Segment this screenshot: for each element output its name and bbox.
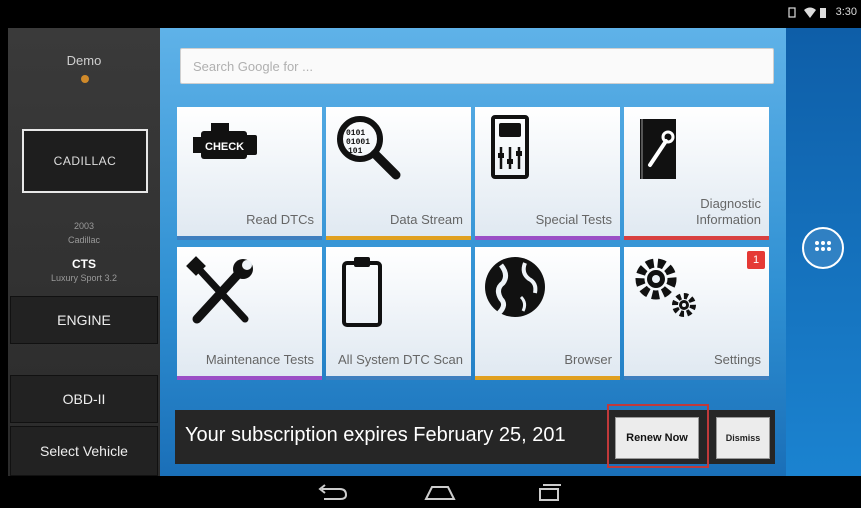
car-controls-icon xyxy=(481,113,541,188)
tile-accent xyxy=(475,376,620,380)
tile-label: Browser xyxy=(564,352,612,367)
sim-icon xyxy=(787,6,798,18)
svg-text:CHECK: CHECK xyxy=(205,141,244,153)
wrench-screwdriver-icon xyxy=(183,253,263,338)
tile-label: Data Stream xyxy=(390,212,463,227)
tile-all-system-dtc-scan[interactable]: All System DTC Scan xyxy=(326,247,471,380)
tile-browser[interactable]: Browser xyxy=(475,247,620,380)
tile-label: Special Tests xyxy=(535,212,612,227)
globe-icon xyxy=(481,253,551,328)
back-button[interactable] xyxy=(312,481,352,503)
renew-now-button[interactable]: Renew Now xyxy=(615,417,699,459)
wifi-icon xyxy=(803,7,816,18)
status-bar: 3:30 xyxy=(0,0,861,28)
obd-button[interactable]: OBD-II xyxy=(10,375,158,423)
tile-label: Maintenance Tests xyxy=(205,352,314,367)
apps-grid-icon xyxy=(814,239,832,257)
tile-label: Read DTCs xyxy=(246,212,314,227)
tile-accent xyxy=(475,236,620,240)
tile-data-stream[interactable]: 0101 01001 101 Data Stream xyxy=(326,107,471,240)
home-icon xyxy=(424,486,456,500)
tile-accent xyxy=(177,236,322,240)
engine-button[interactable]: ENGINE xyxy=(10,296,158,344)
gears-icon xyxy=(630,253,710,328)
tile-settings[interactable]: 1 Settings xyxy=(624,247,769,380)
subscription-banner: Your subscription expires February 25, 2… xyxy=(175,404,775,468)
tile-label: Diagnostic Information xyxy=(695,196,761,227)
subscription-message: Your subscription expires February 25, 2… xyxy=(185,424,566,446)
search-box[interactable] xyxy=(180,48,774,84)
select-vehicle-button[interactable]: Select Vehicle xyxy=(10,426,158,476)
manual-wrench-icon xyxy=(630,113,690,188)
dismiss-button[interactable]: Dismiss xyxy=(716,417,770,459)
tile-diagnostic-information[interactable]: Diagnostic Information xyxy=(624,107,769,240)
vehicle-make: Cadillac xyxy=(67,235,100,245)
tile-read-dtcs[interactable]: CHECK Read DTCs xyxy=(177,107,322,240)
magnifier-binary-icon: 0101 01001 101 xyxy=(332,113,412,188)
recent-apps-icon xyxy=(539,484,561,501)
home-button[interactable] xyxy=(420,481,460,503)
tile-accent xyxy=(326,236,471,240)
app-drawer-button[interactable] xyxy=(802,227,844,269)
tile-special-tests[interactable]: Special Tests xyxy=(475,107,620,240)
status-icons: 3:30 xyxy=(787,6,857,18)
tile-accent xyxy=(624,236,769,240)
tile-label: Settings xyxy=(714,352,761,367)
tile-maintenance-tests[interactable]: Maintenance Tests xyxy=(177,247,322,380)
recent-apps-button[interactable] xyxy=(528,481,568,503)
tile-accent xyxy=(326,376,471,380)
back-icon xyxy=(318,484,348,500)
main-panel: CHECK Read DTCs 0101 01001 101 Data Stre… xyxy=(160,28,786,476)
right-panel xyxy=(786,28,861,476)
vehicle-model: CTS xyxy=(72,257,96,271)
status-time: 3:30 xyxy=(835,6,857,18)
search-input[interactable] xyxy=(181,49,773,83)
svg-text:0101: 0101 xyxy=(346,129,365,138)
notification-badge: 1 xyxy=(747,251,765,269)
vehicle-trim: Luxury Sport 3.2 xyxy=(50,273,118,283)
svg-text:101: 101 xyxy=(348,147,363,156)
battery-icon xyxy=(819,7,830,18)
navigation-bar xyxy=(0,476,861,507)
tile-accent xyxy=(624,376,769,380)
svg-text:01001: 01001 xyxy=(346,138,370,147)
tile-label: All System DTC Scan xyxy=(338,352,463,367)
vehicle-sidebar: Demo CADILLAC 2003 Cadillac CTS Luxury S… xyxy=(8,28,160,476)
brand-logo[interactable]: CADILLAC xyxy=(22,129,148,193)
check-engine-icon: CHECK xyxy=(183,113,263,178)
vehicle-year: 2003 xyxy=(73,221,95,231)
demo-indicator-icon xyxy=(81,75,89,83)
clipboard-icon xyxy=(332,253,392,338)
demo-label: Demo xyxy=(66,53,102,68)
tile-accent xyxy=(177,376,322,380)
